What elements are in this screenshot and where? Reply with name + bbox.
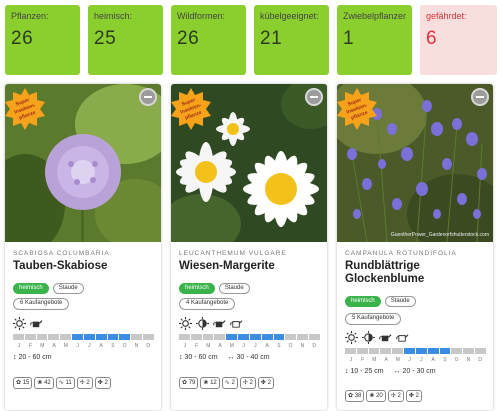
stat-label: gefährdet: [426, 11, 467, 21]
tag-row: heimisch Staude [345, 296, 420, 308]
common-name[interactable]: Wiesen-Margerite [179, 260, 325, 273]
purchase-offers-button[interactable]: 5 Kaufangebote [345, 313, 402, 325]
tag-perennial: Staude [218, 283, 250, 294]
super-insect-plant-badge: Super Insekten- pflanze [5, 87, 47, 131]
mammal-sticker[interactable]: ✤ 2 [405, 390, 422, 402]
plant-photo[interactable]: Super Insekten- pflanze [5, 84, 161, 242]
stat-label: kübelgeeignet: [260, 11, 319, 21]
height-value: 30 - 60 cm [184, 354, 218, 361]
super-insect-plant-badge: Super Insekten- pflanze [171, 87, 213, 131]
tag-row: heimisch Staude [13, 283, 88, 295]
width-value: 20 - 30 cm [402, 368, 436, 375]
site-icons [179, 317, 247, 331]
photo-credit: GuentherPower_Gardenorfshutterstock.com [390, 232, 489, 238]
stat-native[interactable]: heimisch: 25 [88, 5, 163, 75]
plant-photo[interactable]: Super Insekten- pflanze [171, 84, 327, 242]
insect-stickers: ✿ 38 ❀ 20 ✢ 2 ✤ 2 [345, 384, 424, 402]
tag-perennial: Staude [384, 296, 416, 307]
butterfly-sticker[interactable]: ❀ 12 [200, 377, 220, 389]
butterfly-sticker[interactable]: ❀ 20 [366, 390, 386, 402]
butterfly-sticker[interactable]: ❀ 42 [34, 377, 54, 389]
half-shade-icon [362, 331, 375, 344]
stat-bulbs[interactable]: Zwiebelpflanzen: 1 [337, 5, 412, 75]
plant-height: ↕ 10 - 25 cm ↔ 20 - 30 cm [345, 368, 436, 375]
caterpillar-sticker[interactable]: ∿ 2 [221, 377, 238, 389]
stat-label: Wildformen: [177, 11, 226, 21]
tag-native: heimisch [13, 283, 49, 294]
latin-name: SCABIOSA COLUMBARIA [13, 250, 110, 257]
watering-can-icon [213, 320, 226, 328]
latin-name: CAMPANULA ROTUNDIFOLIA [345, 250, 457, 257]
plant-height: ↕ 20 - 60 cm [13, 354, 52, 361]
bee-sticker[interactable]: ✿ 38 [345, 390, 365, 402]
badge-star-icon: Super Insekten- pflanze [5, 88, 45, 130]
common-name[interactable]: Tauben-Skabiose [13, 260, 159, 273]
purchase-offers-button[interactable]: 4 Kaufangebote [179, 298, 236, 310]
remove-button[interactable] [305, 88, 323, 106]
bird-sticker[interactable]: ✢ 2 [387, 390, 404, 402]
month-labels: JFMAMJJASOND [17, 343, 150, 349]
stat-container-suitable[interactable]: kübelgeeignet: 21 [254, 5, 329, 75]
stat-value: 25 [94, 28, 117, 49]
mammal-sticker[interactable]: ✤ 2 [257, 377, 274, 389]
bird-sticker[interactable]: ✢ 2 [239, 377, 256, 389]
latin-name: LEUCANTHEMUM VULGARE [179, 250, 287, 257]
tag-perennial: Staude [52, 283, 84, 294]
month-labels: JFMAMJJASOND [183, 343, 316, 349]
bloom-calendar [13, 334, 154, 340]
caterpillar-sticker[interactable]: ∿ 11 [55, 377, 75, 389]
purchase-offers-button[interactable]: 6 Kaufangebote [13, 298, 70, 310]
stat-plants[interactable]: Pflanzen: 26 [5, 5, 80, 75]
super-insect-plant-badge: Super Insekten- pflanze [337, 87, 379, 131]
tag-row: heimisch Staude [179, 283, 254, 295]
width-value: 30 - 40 cm [236, 354, 270, 361]
site-icons [345, 331, 413, 345]
month-labels: JFMAMJJASOND [349, 357, 482, 363]
stat-label: Zwiebelpflanzen: [343, 11, 406, 21]
height-value: 20 - 60 cm [18, 354, 52, 361]
stat-label: heimisch: [94, 11, 133, 21]
bee-sticker[interactable]: ✿ 79 [179, 377, 199, 389]
stats-bar: Pflanzen: 26 heimisch: 25 Wildformen: 26 kü… [5, 5, 497, 75]
plant-card[interactable]: Super Insekten- pflanze LEUCANTHEMUM VUL… [171, 84, 327, 410]
remove-button[interactable] [139, 88, 157, 106]
bloom-calendar [179, 334, 320, 340]
sun-icon [345, 331, 358, 344]
tag-native: heimisch [345, 296, 381, 307]
plant-card[interactable]: Super Insekten- pflanze SCABIOSA COLUMBA… [5, 84, 161, 410]
remove-button[interactable] [471, 88, 489, 106]
badge-star-icon: Super Insekten- pflanze [337, 88, 377, 130]
insect-stickers: ✿ 15 ❀ 42 ∿ 11 ✢ 2 ✤ 2 [13, 371, 113, 389]
sun-icon [179, 317, 192, 330]
stat-label: Pflanzen: [11, 11, 49, 21]
badge-star-icon: Super Insekten- pflanze [171, 88, 211, 130]
stat-value: 1 [343, 28, 355, 49]
site-icons [13, 317, 47, 331]
watering-can-outline-icon [230, 320, 243, 328]
stat-value: 21 [260, 28, 283, 49]
common-name[interactable]: Rundblättrige Glockenblume [345, 260, 491, 286]
stat-wild-forms[interactable]: Wildformen: 26 [171, 5, 246, 75]
watering-can-icon [30, 320, 43, 328]
tag-native: heimisch [179, 283, 215, 294]
bird-sticker[interactable]: ✢ 2 [76, 377, 93, 389]
watering-can-icon [379, 334, 392, 342]
sun-icon [13, 317, 26, 330]
plant-card[interactable]: Super Insekten- pflanze GuentherPower_Ga… [337, 84, 493, 410]
stat-value: 26 [177, 28, 200, 49]
bloom-calendar [345, 348, 486, 354]
half-shade-icon [196, 317, 209, 330]
bee-sticker[interactable]: ✿ 15 [13, 377, 33, 389]
stat-value: 6 [426, 28, 438, 49]
plant-photo[interactable]: Super Insekten- pflanze GuentherPower_Ga… [337, 84, 493, 242]
mammal-sticker[interactable]: ✤ 2 [94, 377, 111, 389]
watering-can-outline-icon [396, 334, 409, 342]
plant-height: ↕ 30 - 60 cm ↔ 30 - 40 cm [179, 354, 270, 361]
stat-value: 26 [11, 28, 34, 49]
stat-endangered[interactable]: gefährdet: 6 [420, 5, 497, 75]
insect-stickers: ✿ 79 ❀ 12 ∿ 2 ✢ 2 ✤ 2 [179, 371, 276, 389]
height-value: 10 - 25 cm [350, 368, 384, 375]
